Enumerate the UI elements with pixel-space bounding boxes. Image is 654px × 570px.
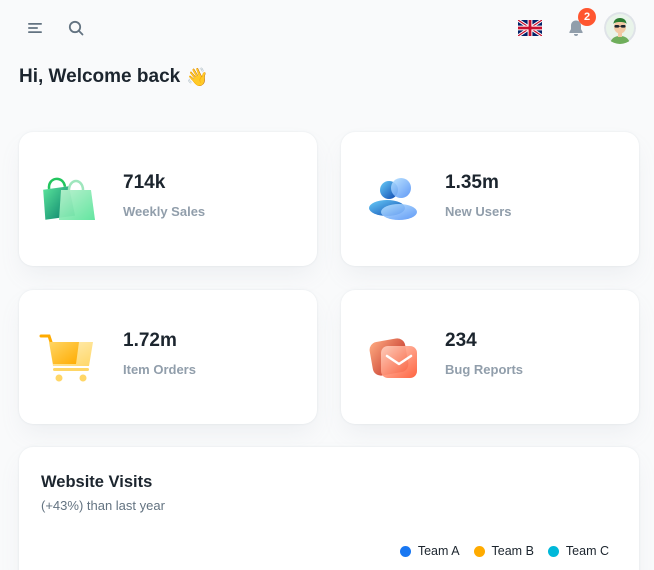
stat-value: 1.35m: [445, 172, 499, 193]
stat-label: Weekly Sales: [123, 204, 206, 219]
cart-icon: [39, 334, 93, 382]
legend-label: Team B: [491, 544, 534, 558]
menu-icon: [28, 23, 42, 33]
legend-label: Team C: [565, 544, 609, 558]
card-title: Website Visits: [41, 473, 153, 491]
stat-label: Item Orders: [123, 362, 196, 377]
language-button[interactable]: [514, 12, 546, 44]
stat-label: New Users: [445, 204, 512, 219]
uk-flag-icon: [518, 20, 542, 36]
menu-button[interactable]: [19, 12, 51, 44]
card-subtitle: (+43%) than last year: [41, 498, 165, 513]
legend-dot: [547, 545, 559, 557]
notification-badge: 2: [578, 8, 596, 26]
avatar[interactable]: [604, 12, 636, 44]
search-button[interactable]: [60, 12, 92, 44]
stat-card-bug-reports: 234 Bug Reports: [341, 290, 639, 424]
stat-card-item-orders: 1.72m Item Orders: [19, 290, 317, 424]
stat-value: 714k: [123, 172, 166, 193]
wave-emoji: 👋: [186, 66, 209, 87]
stat-label: Bug Reports: [445, 362, 523, 377]
welcome-text: Hi, Welcome back: [19, 66, 181, 87]
users-icon: [369, 178, 417, 220]
stat-value: 234: [445, 330, 477, 351]
legend-item-team-a[interactable]: Team A: [399, 544, 460, 558]
stat-card-weekly-sales: 714k Weekly Sales: [19, 132, 317, 266]
avatar-image: [604, 12, 636, 44]
legend-dot: [473, 545, 485, 557]
dashboard-page: 2 Hi, Welcome back 👋 714k Weekly Sales 1…: [0, 0, 654, 570]
search-icon: [68, 20, 84, 36]
website-visits-card: Website Visits (+43%) than last year Tea…: [19, 447, 639, 570]
legend-item-team-c[interactable]: Team C: [547, 544, 609, 558]
stat-value: 1.72m: [123, 330, 177, 351]
shopping-bag-icon: [43, 177, 95, 220]
legend-item-team-b[interactable]: Team B: [473, 544, 534, 558]
stat-card-new-users: 1.35m New Users: [341, 132, 639, 266]
legend-dot: [399, 545, 411, 557]
chart-legend: Team A Team B Team C: [399, 544, 609, 558]
mail-icon: [369, 338, 417, 378]
page-title: Hi, Welcome back 👋: [19, 66, 209, 88]
legend-label: Team A: [417, 544, 460, 558]
